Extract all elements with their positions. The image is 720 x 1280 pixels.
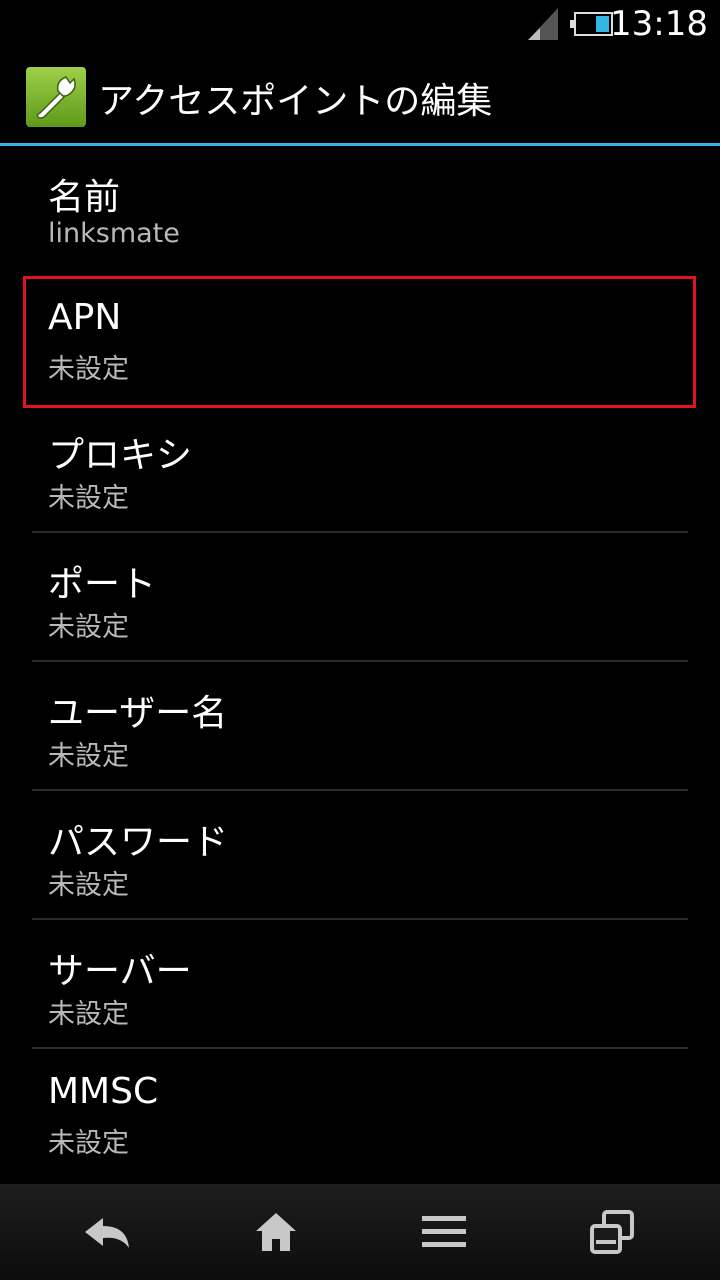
setting-label: 名前	[48, 177, 121, 218]
setting-label: APN	[48, 297, 122, 338]
setting-proxy[interactable]: プロキシ 未設定	[0, 404, 720, 533]
status-bar: 13:18	[0, 0, 720, 50]
setting-label: プロキシ	[48, 435, 193, 476]
page-title: アクセスポイントの編集	[98, 81, 493, 122]
recent-apps-button[interactable]	[522, 1184, 702, 1280]
clock: 13:18	[610, 4, 708, 44]
navigation-bar	[0, 1184, 720, 1280]
setting-mmsc[interactable]: MMSC 未設定	[0, 1049, 720, 1178]
setting-value: 未設定	[48, 870, 129, 901]
action-bar: アクセスポイントの編集	[0, 50, 720, 144]
back-button[interactable]	[18, 1184, 198, 1280]
setting-value: 未設定	[48, 741, 129, 772]
recent-apps-icon	[590, 1210, 634, 1254]
battery-icon	[570, 12, 613, 36]
signal-icon	[528, 8, 558, 40]
home-icon	[256, 1213, 296, 1251]
setting-port[interactable]: ポート 未設定	[0, 533, 720, 662]
setting-label: パスワード	[48, 822, 229, 863]
setting-server[interactable]: サーバー 未設定	[0, 920, 720, 1049]
setting-name[interactable]: 名前 linksmate	[0, 146, 720, 275]
setting-username[interactable]: ユーザー名 未設定	[0, 662, 720, 791]
wrench-icon[interactable]	[26, 67, 86, 127]
menu-button[interactable]	[354, 1184, 534, 1280]
setting-label: ユーザー名	[48, 693, 228, 734]
setting-value: 未設定	[48, 1128, 129, 1159]
setting-value: 未設定	[48, 483, 129, 514]
setting-apn[interactable]: APN 未設定	[0, 275, 720, 404]
setting-value: 未設定	[48, 354, 129, 385]
setting-value: 未設定	[48, 999, 129, 1030]
setting-label: ポート	[48, 564, 157, 605]
setting-password[interactable]: パスワード 未設定	[0, 791, 720, 920]
setting-value: 未設定	[48, 612, 129, 643]
home-button[interactable]	[186, 1184, 366, 1280]
apn-settings-list: 名前 linksmate APN 未設定 プロキシ 未設定 ポート 未設定 ユー…	[0, 146, 720, 1178]
setting-label: MMSC	[48, 1071, 159, 1112]
menu-icon	[422, 1216, 466, 1247]
back-icon	[85, 1218, 129, 1248]
setting-value: linksmate	[48, 218, 180, 249]
setting-label: サーバー	[48, 951, 192, 992]
